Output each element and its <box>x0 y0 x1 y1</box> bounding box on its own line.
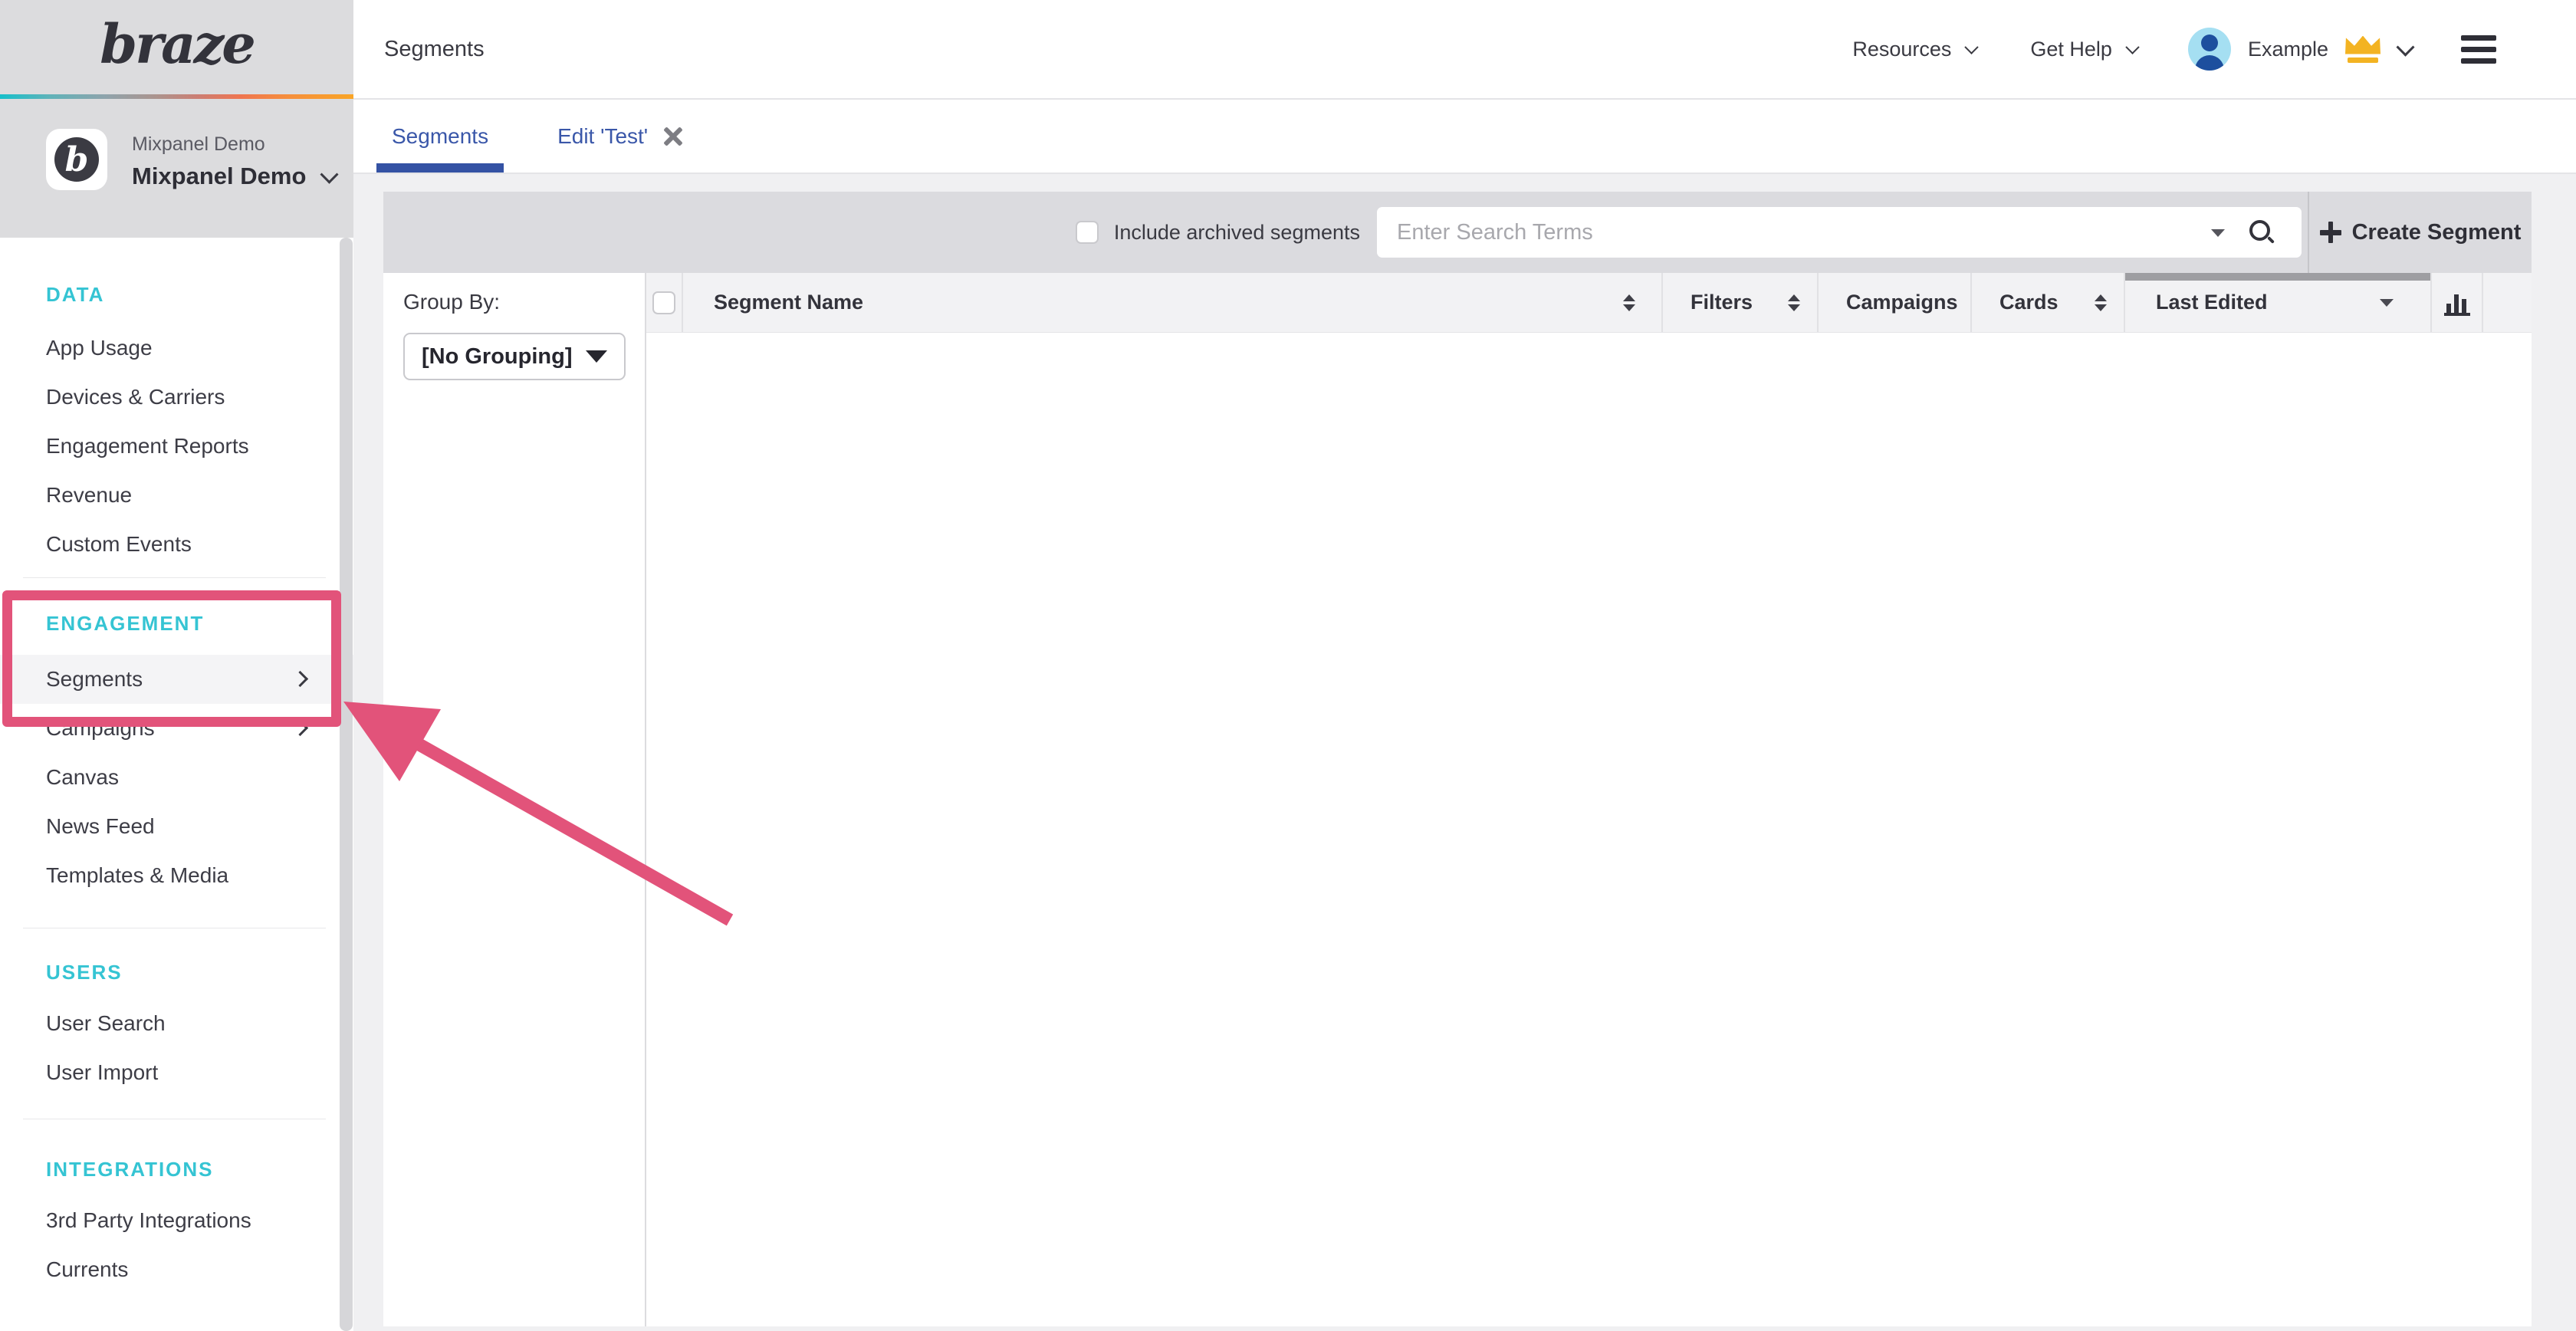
column-segment-name[interactable]: Segment Name <box>682 273 1661 332</box>
workspace-avatar: b <box>46 129 107 190</box>
user-name: Example <box>2248 38 2328 61</box>
column-label: Filters <box>1691 291 1753 314</box>
sidebar-item-canvas[interactable]: Canvas <box>0 753 353 802</box>
caret-down-icon <box>2380 299 2394 307</box>
segments-main: Group By: [No Grouping] Segment Name <box>383 273 2532 1326</box>
brand-gradient-divider <box>0 94 353 99</box>
include-archived-label: Include archived segments <box>1114 221 1360 245</box>
get-help-label: Get Help <box>2030 38 2112 61</box>
column-label: Last Edited <box>2156 291 2268 314</box>
sort-icon[interactable] <box>1623 294 1635 311</box>
chevron-down-icon <box>320 165 339 183</box>
search-input[interactable] <box>1377 207 2302 258</box>
group-by-select[interactable]: [No Grouping] <box>403 333 626 380</box>
braze-dashboard: braze b Mixpanel Demo Mixpanel Demo DATA… <box>0 0 2576 1331</box>
search-icon[interactable] <box>2249 220 2274 245</box>
section-header-users: USERS <box>0 948 353 997</box>
chevron-right-icon <box>292 671 308 687</box>
column-label: Cards <box>1999 291 2058 314</box>
sidebar-item-templates-media[interactable]: Templates & Media <box>0 851 353 900</box>
tab-segments[interactable]: Segments <box>376 100 504 173</box>
workspace-name-label: Mixpanel Demo <box>132 163 306 190</box>
select-all-checkbox[interactable] <box>652 291 675 314</box>
user-avatar[interactable] <box>2188 28 2231 71</box>
sidebar-item-campaigns[interactable]: Campaigns <box>0 704 353 753</box>
sort-icon[interactable] <box>2095 294 2107 311</box>
header-filler-cell <box>2482 273 2532 332</box>
header-checkbox-cell <box>646 273 682 332</box>
resources-label: Resources <box>1852 38 1951 61</box>
workspace-name: Mixpanel Demo <box>132 163 336 190</box>
table-body-empty <box>646 333 2532 1326</box>
workspace-company: Mixpanel Demo <box>132 133 336 156</box>
sidebar-nav: DATA App Usage Devices & Carriers Engage… <box>0 238 353 1331</box>
sort-icon[interactable] <box>1788 294 1800 311</box>
chevron-down-icon[interactable] <box>2396 38 2414 56</box>
plus-icon <box>2320 222 2341 243</box>
column-cards[interactable]: Cards <box>1970 273 2124 332</box>
tab-edit-test[interactable]: Edit 'Test' <box>542 100 698 173</box>
column-last-edited[interactable]: Last Edited <box>2124 273 2430 332</box>
sidebar-item-segments[interactable]: Segments <box>0 655 353 704</box>
sidebar-item-currents[interactable]: Currents <box>0 1245 353 1294</box>
sidebar-header: braze b Mixpanel Demo Mixpanel Demo <box>0 0 353 238</box>
column-label: Segment Name <box>714 291 863 314</box>
sidebar-item-engagement-reports[interactable]: Engagement Reports <box>0 422 353 471</box>
close-icon[interactable] <box>663 127 683 146</box>
tab-bar: Segments Edit 'Test' <box>353 100 2576 174</box>
segments-panel: Include archived segments Create Segment… <box>383 192 2532 1326</box>
top-bar-right: Resources Get Help Example <box>1852 28 2496 71</box>
column-filters[interactable]: Filters <box>1661 273 1817 332</box>
sidebar-item-news-feed[interactable]: News Feed <box>0 802 353 851</box>
resources-menu[interactable]: Resources <box>1852 38 1976 61</box>
crown-icon <box>2345 36 2380 63</box>
column-campaigns[interactable]: Campaigns <box>1817 273 1970 332</box>
segments-toolbar: Include archived segments Create Segment <box>383 192 2532 273</box>
workspace-switcher[interactable]: b Mixpanel Demo Mixpanel Demo <box>46 129 336 190</box>
top-bar: Segments Resources Get Help Example <box>353 0 2576 100</box>
include-archived-checkbox[interactable] <box>1076 221 1099 244</box>
caret-down-icon <box>586 350 607 363</box>
search-field-wrap <box>1377 207 2302 258</box>
group-by-value: [No Grouping] <box>422 344 573 370</box>
braze-logo: braze <box>0 12 353 76</box>
sidebar-item-custom-events[interactable]: Custom Events <box>0 520 353 569</box>
sidebar-item-revenue[interactable]: Revenue <box>0 471 353 520</box>
create-segment-button[interactable]: Create Segment <box>2309 192 2532 273</box>
workspace-logo-icon: b <box>54 137 99 182</box>
sidebar-divider <box>23 577 326 578</box>
page-title: Segments <box>384 37 485 62</box>
create-segment-label: Create Segment <box>2352 220 2522 245</box>
sidebar-item-label: Campaigns <box>46 716 155 740</box>
sidebar: braze b Mixpanel Demo Mixpanel Demo DATA… <box>0 0 353 1331</box>
sidebar-scrollbar[interactable] <box>340 238 353 1331</box>
bar-chart-icon <box>2444 290 2470 316</box>
person-icon <box>2201 35 2218 51</box>
tab-label: Segments <box>392 124 488 149</box>
sidebar-item-3rd-party-integrations[interactable]: 3rd Party Integrations <box>0 1196 353 1245</box>
section-header-engagement: ENGAGEMENT <box>0 599 353 648</box>
sidebar-item-label: Segments <box>46 667 143 691</box>
group-by-panel: Group By: [No Grouping] <box>383 273 646 1326</box>
sidebar-item-app-usage[interactable]: App Usage <box>0 324 353 373</box>
chevron-down-icon <box>2125 40 2139 54</box>
segments-table: Segment Name Filters Campaigns Cards <box>646 273 2532 1326</box>
workspace-meta: Mixpanel Demo Mixpanel Demo <box>132 129 336 190</box>
section-header-integrations: INTEGRATIONS <box>0 1145 353 1194</box>
chevron-right-icon <box>292 720 308 736</box>
person-icon <box>2195 55 2224 71</box>
section-header-data: DATA <box>0 270 353 319</box>
column-label: Campaigns <box>1846 291 1958 314</box>
hamburger-menu-icon[interactable] <box>2461 35 2496 64</box>
table-header: Segment Name Filters Campaigns Cards <box>646 273 2532 333</box>
chevron-down-icon <box>1965 40 1979 54</box>
column-analytics[interactable] <box>2430 273 2482 332</box>
sidebar-item-user-search[interactable]: User Search <box>0 999 353 1048</box>
tab-label: Edit 'Test' <box>557 124 648 149</box>
sidebar-item-user-import[interactable]: User Import <box>0 1048 353 1097</box>
search-dropdown-caret-icon[interactable] <box>2211 229 2225 237</box>
get-help-menu[interactable]: Get Help <box>2030 38 2137 61</box>
sidebar-item-devices-carriers[interactable]: Devices & Carriers <box>0 373 353 422</box>
group-by-label: Group By: <box>403 290 645 314</box>
